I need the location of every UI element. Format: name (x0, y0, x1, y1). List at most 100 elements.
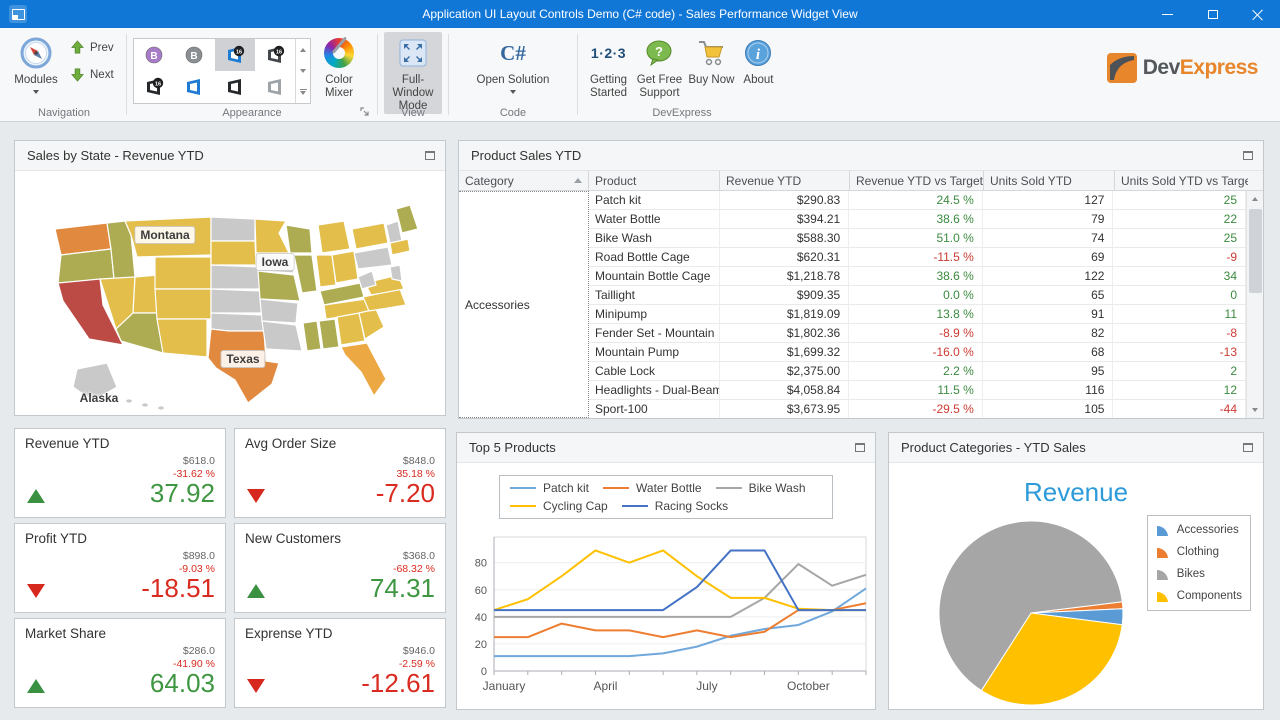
table-row[interactable]: Bike Wash$588.3051.0 %7425 (589, 229, 1246, 248)
kpi-profit-ytd[interactable]: Profit YTD$898.0-9.03 %-18.51 (14, 523, 226, 613)
grid-column-headers: Category Product Revenue YTD Revenue YTD… (459, 171, 1263, 191)
table-cell: $4,058.84 (720, 381, 850, 399)
table-row[interactable]: Minipump$1,819.0913.8 %9111 (589, 305, 1246, 324)
kpi-new-customers[interactable]: New Customers$368.0-68.32 %74.31 (234, 523, 446, 613)
collapse-widget-icon[interactable] (1243, 151, 1253, 160)
vertical-scrollbar[interactable] (1246, 191, 1263, 418)
widget-header: Sales by State - Revenue YTD (15, 141, 445, 171)
scroll-down-button[interactable] (1247, 402, 1263, 418)
next-button[interactable]: Next (66, 65, 118, 84)
skin-thumbnail-8[interactable] (255, 71, 295, 103)
up-arrow-icon (70, 40, 85, 55)
scrollbar-thumb[interactable] (1249, 209, 1262, 293)
skin-thumbnail-2[interactable]: B (174, 39, 214, 71)
about-button[interactable]: i About (737, 32, 780, 106)
kpi-revenue-ytd[interactable]: Revenue YTD$618.0-31.62 %37.92 (14, 428, 226, 518)
app-window-icon[interactable] (9, 5, 27, 23)
table-cell: 24.5 % (849, 191, 983, 209)
column-header-product[interactable]: Product (589, 171, 720, 190)
svg-text:B: B (151, 51, 158, 62)
table-cell: 34 (1113, 267, 1246, 285)
table-row[interactable]: Patch kit$290.8324.5 %12725 (589, 191, 1246, 210)
collapse-widget-icon[interactable] (1243, 443, 1253, 452)
table-cell: $1,819.09 (720, 305, 850, 323)
skin-gallery[interactable]: B B 16 16 16 (133, 38, 311, 104)
pie-chart-legend: AccessoriesClothingBikesComponents (1147, 515, 1251, 611)
column-header-revenue-vs-target[interactable]: Revenue YTD vs Target (850, 171, 984, 190)
buy-now-button[interactable]: Buy Now (686, 32, 737, 106)
skin-thumbnail-5[interactable]: 16 (134, 71, 174, 103)
column-header-units[interactable]: Units Sold YTD (984, 171, 1115, 190)
table-row[interactable]: Mountain Pump$1,699.32-16.0 %68-13 (589, 343, 1246, 362)
get-free-support-button[interactable]: ? Get Free Support (633, 32, 686, 106)
logo-express-text: Express (1180, 56, 1258, 79)
table-row[interactable]: Sport-100$3,673.95-29.5 %105-44 (589, 400, 1246, 418)
map-widget-title: Sales by State - Revenue YTD (27, 148, 204, 163)
next-label: Next (90, 69, 114, 81)
table-row[interactable]: Fender Set - Mountain$1,802.36-8.9 %82-8 (589, 324, 1246, 343)
kpi-value: 74.31 (370, 575, 435, 602)
chevron-down-icon (510, 90, 516, 94)
us-map[interactable]: Montana Iowa Texas Alaska (15, 171, 445, 415)
getting-started-button[interactable]: 1·2·3 Getting Started (584, 32, 633, 106)
skin-thumbnail-1[interactable]: B (134, 39, 174, 71)
table-row[interactable]: Mountain Bottle Cage$1,218.7838.6 %12234 (589, 267, 1246, 286)
product-categories-widget: Product Categories - YTD Sales Revenue A… (888, 432, 1264, 710)
column-header-category[interactable]: Category (459, 171, 589, 190)
skin-thumbnail-7[interactable] (215, 71, 255, 103)
map-label-montana: Montana (134, 226, 195, 244)
down-triangle-icon (247, 489, 265, 503)
kpi-market-share[interactable]: Market Share$286.0-41.90 %64.03 (14, 618, 226, 708)
kpi-amount: $848.0 (376, 455, 435, 467)
table-row[interactable]: Taillight$909.350.0 %650 (589, 286, 1246, 305)
gallery-dropdown-button[interactable] (296, 82, 310, 103)
category-cell[interactable]: Accessories (459, 191, 589, 418)
table-row[interactable]: Road Bottle Cage$620.31-11.5 %69-9 (589, 248, 1246, 267)
table-row[interactable]: Cable Lock$2,375.002.2 %952 (589, 362, 1246, 381)
open-solution-button[interactable]: C# Open Solution (463, 32, 563, 106)
gallery-scroll-up-button[interactable] (296, 39, 310, 60)
modules-label: Modules (14, 74, 57, 87)
minimize-button[interactable] (1145, 0, 1190, 28)
table-cell: Minipump (589, 305, 720, 323)
column-header-units-vs-target[interactable]: Units Sold YTD vs Target (1115, 171, 1248, 190)
skin-thumbnail-3[interactable]: 16 (215, 39, 255, 71)
kpi-amount: $898.0 (141, 550, 215, 562)
svg-text:October: October (787, 679, 830, 693)
svg-text:16: 16 (155, 81, 161, 87)
collapse-widget-icon[interactable] (425, 151, 435, 160)
table-cell: -13 (1113, 343, 1246, 361)
legend-item: Racing Socks (622, 499, 728, 513)
close-button[interactable] (1235, 0, 1280, 28)
scroll-up-button[interactable] (1247, 191, 1263, 207)
table-cell: Patch kit (589, 191, 720, 209)
maximize-button[interactable] (1190, 0, 1235, 28)
collapse-widget-icon[interactable] (855, 443, 865, 452)
full-window-mode-button[interactable]: Full-Window Mode (384, 32, 442, 114)
legend-item: Components (1154, 585, 1242, 607)
pie-widget-title: Product Categories - YTD Sales (901, 440, 1086, 455)
pie-chart-title: Revenue (889, 477, 1263, 508)
color-mixer-button[interactable]: Color Mixer (311, 32, 367, 106)
ribbon-separator (377, 34, 378, 115)
kpi-avg-order-size[interactable]: Avg Order Size$848.035.18 %-7.20 (234, 428, 446, 518)
table-row[interactable]: Water Bottle$394.2138.6 %7922 (589, 210, 1246, 229)
up-triangle-icon (27, 679, 45, 693)
one-two-three-icon: 1·2·3 (592, 36, 626, 70)
svg-text:16: 16 (236, 49, 242, 55)
csharp-icon: C# (496, 36, 530, 70)
triangle-down-icon (1252, 408, 1258, 412)
legend-item: Cycling Cap (510, 499, 608, 513)
table-row[interactable]: Headlights - Dual-Beam$4,058.8411.5 %116… (589, 381, 1246, 400)
gallery-scroll-down-button[interactable] (296, 60, 310, 81)
column-header-revenue[interactable]: Revenue YTD (720, 171, 850, 190)
modules-button[interactable]: Modules (8, 32, 64, 106)
devexpress-logo: DevExpress (1107, 28, 1276, 121)
skin-thumbnail-4[interactable]: 16 (255, 39, 295, 71)
skin-thumbnail-6[interactable] (174, 71, 214, 103)
table-cell: -16.0 % (849, 343, 983, 361)
kpi-exprense-ytd[interactable]: Exprense YTD$946.0-2.59 %-12.61 (234, 618, 446, 708)
svg-text:80: 80 (475, 558, 487, 570)
prev-button[interactable]: Prev (66, 38, 118, 57)
getting-started-label: Getting Started (584, 74, 633, 100)
